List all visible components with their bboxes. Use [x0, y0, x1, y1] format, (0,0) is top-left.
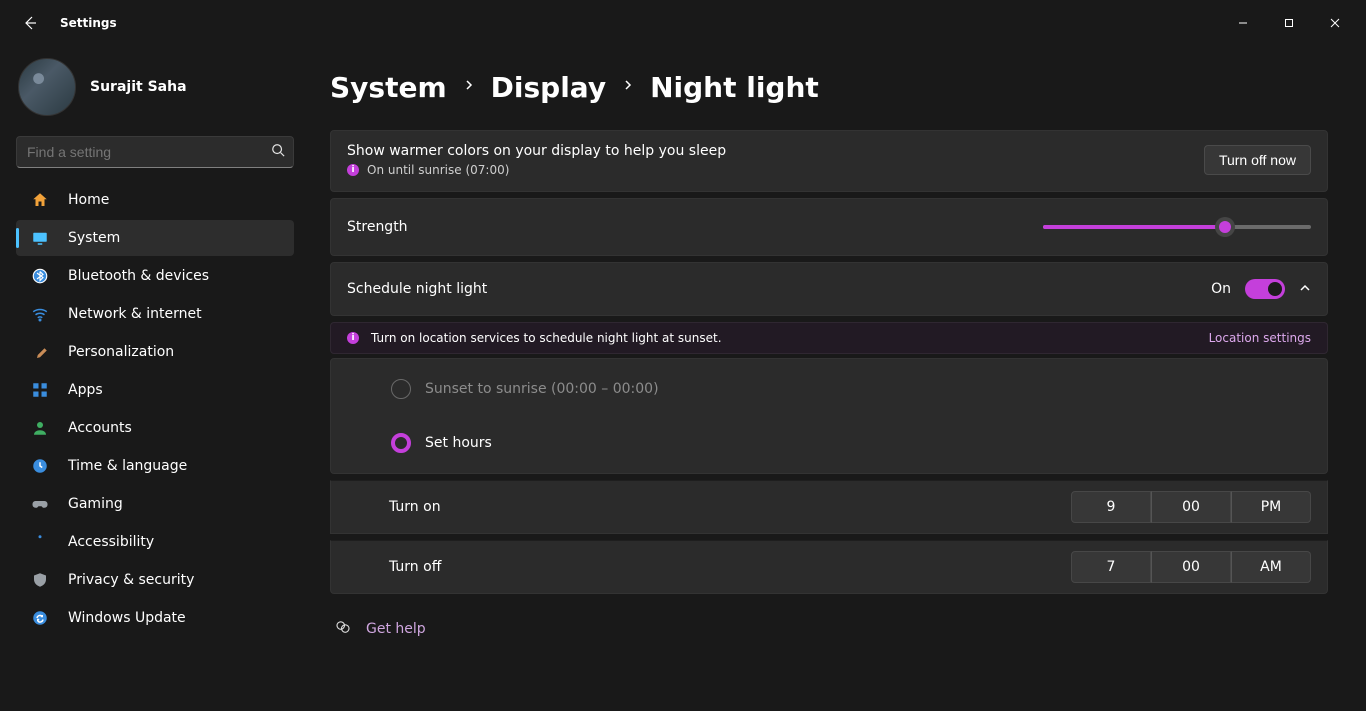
sidebar-item-network[interactable]: Network & internet	[16, 296, 294, 332]
bluetooth-icon	[30, 266, 50, 286]
search-icon	[271, 143, 285, 161]
sidebar-item-label: Gaming	[68, 496, 123, 512]
person-icon	[30, 418, 50, 438]
titlebar: Settings	[0, 0, 1366, 46]
status-info-icon: i	[347, 164, 359, 176]
home-icon	[30, 190, 50, 210]
sidebar-item-system[interactable]: System	[16, 220, 294, 256]
hour-field[interactable]: 9	[1071, 491, 1151, 523]
turn-off-now-button[interactable]: Turn off now	[1204, 145, 1311, 175]
minute-field[interactable]: 00	[1151, 491, 1231, 523]
sidebar-item-label: Bluetooth & devices	[68, 268, 209, 284]
radio-set-hours[interactable]: Set hours	[391, 433, 1311, 453]
apps-icon	[30, 380, 50, 400]
minimize-button[interactable]	[1220, 7, 1266, 39]
sidebar-item-label: Home	[68, 192, 109, 208]
shield-icon	[30, 570, 50, 590]
turn-off-timepicker[interactable]: 7 00 AM	[1071, 551, 1311, 583]
sidebar-item-personalization[interactable]: Personalization	[16, 334, 294, 370]
gamepad-icon	[30, 494, 50, 514]
sidebar-item-gaming[interactable]: Gaming	[16, 486, 294, 522]
sidebar-item-label: Accessibility	[68, 534, 154, 550]
ampm-field[interactable]: AM	[1231, 551, 1311, 583]
strength-slider[interactable]	[1043, 217, 1311, 237]
sidebar-item-apps[interactable]: Apps	[16, 372, 294, 408]
status-text: On until sunrise (07:00)	[367, 163, 509, 177]
warning-info-icon: i	[347, 332, 359, 344]
get-help-row[interactable]: Get help	[330, 618, 1334, 640]
turn-off-row: Turn off 7 00 AM	[330, 540, 1328, 594]
sidebar-item-time-language[interactable]: Time & language	[16, 448, 294, 484]
clock-icon	[30, 456, 50, 476]
radio-sunset-to-sunrise: Sunset to sunrise (00:00 – 00:00)	[391, 379, 1311, 399]
sidebar-item-home[interactable]: Home	[16, 182, 294, 218]
sidebar-item-accounts[interactable]: Accounts	[16, 410, 294, 446]
system-icon	[30, 228, 50, 248]
get-help-link[interactable]: Get help	[366, 621, 426, 637]
sidebar-item-label: System	[68, 230, 120, 246]
nav: Home System Bluetooth & devices Network …	[16, 182, 294, 636]
accessibility-icon	[30, 532, 50, 552]
profile[interactable]: Surajit Saha	[16, 52, 294, 132]
turn-on-label: Turn on	[389, 499, 441, 515]
radio-icon[interactable]	[391, 433, 411, 453]
minute-field[interactable]: 00	[1151, 551, 1231, 583]
sidebar-item-label: Personalization	[68, 344, 174, 360]
sidebar-item-label: Windows Update	[68, 610, 186, 626]
search-input[interactable]	[27, 144, 259, 160]
username: Surajit Saha	[90, 79, 187, 95]
turn-off-label: Turn off	[389, 559, 441, 575]
turn-on-timepicker[interactable]: 9 00 PM	[1071, 491, 1311, 523]
window-controls	[1220, 5, 1358, 41]
sidebar-item-label: Network & internet	[68, 306, 202, 322]
update-icon	[30, 608, 50, 628]
sidebar-item-windows-update[interactable]: Windows Update	[16, 600, 294, 636]
breadcrumb-display[interactable]: Display	[491, 71, 606, 104]
schedule-card[interactable]: Schedule night light On	[330, 262, 1328, 316]
strength-card: Strength	[330, 198, 1328, 256]
brush-icon	[30, 342, 50, 362]
chevron-up-icon[interactable]	[1299, 282, 1311, 297]
avatar	[18, 58, 76, 116]
sidebar-item-label: Privacy & security	[68, 572, 194, 588]
ampm-field[interactable]: PM	[1231, 491, 1311, 523]
toggle-state-text: On	[1211, 281, 1231, 297]
schedule-toggle[interactable]	[1245, 279, 1285, 299]
turn-on-row: Turn on 9 00 PM	[330, 480, 1328, 534]
page-title: Night light	[650, 71, 819, 104]
maximize-button[interactable]	[1266, 7, 1312, 39]
slider-thumb[interactable]	[1215, 217, 1235, 237]
night-light-status-card: Show warmer colors on your display to he…	[330, 130, 1328, 192]
search-input-container[interactable]	[16, 136, 294, 168]
radio-label: Set hours	[425, 435, 492, 451]
breadcrumb: System Display Night light	[330, 60, 1334, 114]
sidebar-item-bluetooth[interactable]: Bluetooth & devices	[16, 258, 294, 294]
sidebar-item-label: Apps	[68, 382, 103, 398]
main: System Display Night light Show warmer c…	[310, 46, 1366, 711]
schedule-label: Schedule night light	[347, 281, 487, 297]
breadcrumb-system[interactable]: System	[330, 71, 447, 104]
sidebar-item-accessibility[interactable]: Accessibility	[16, 524, 294, 560]
location-warning-bar: i Turn on location services to schedule …	[330, 322, 1328, 354]
chevron-right-icon	[622, 79, 634, 95]
app-title: Settings	[60, 16, 117, 30]
warning-text: Turn on location services to schedule ni…	[371, 331, 722, 345]
back-button[interactable]	[18, 11, 42, 35]
location-settings-link[interactable]: Location settings	[1209, 331, 1311, 345]
close-button[interactable]	[1312, 7, 1358, 39]
hour-field[interactable]: 7	[1071, 551, 1151, 583]
sidebar: Surajit Saha Home System	[0, 46, 310, 711]
wifi-icon	[30, 304, 50, 324]
chevron-right-icon	[463, 79, 475, 95]
sidebar-item-label: Accounts	[68, 420, 132, 436]
sidebar-item-label: Time & language	[68, 458, 187, 474]
schedule-options-card: Sunset to sunrise (00:00 – 00:00) Set ho…	[330, 358, 1328, 474]
radio-icon	[391, 379, 411, 399]
radio-label: Sunset to sunrise (00:00 – 00:00)	[425, 381, 659, 397]
strength-label: Strength	[347, 219, 408, 235]
card-description: Show warmer colors on your display to he…	[347, 143, 726, 159]
sidebar-item-privacy[interactable]: Privacy & security	[16, 562, 294, 598]
help-icon	[334, 618, 352, 640]
